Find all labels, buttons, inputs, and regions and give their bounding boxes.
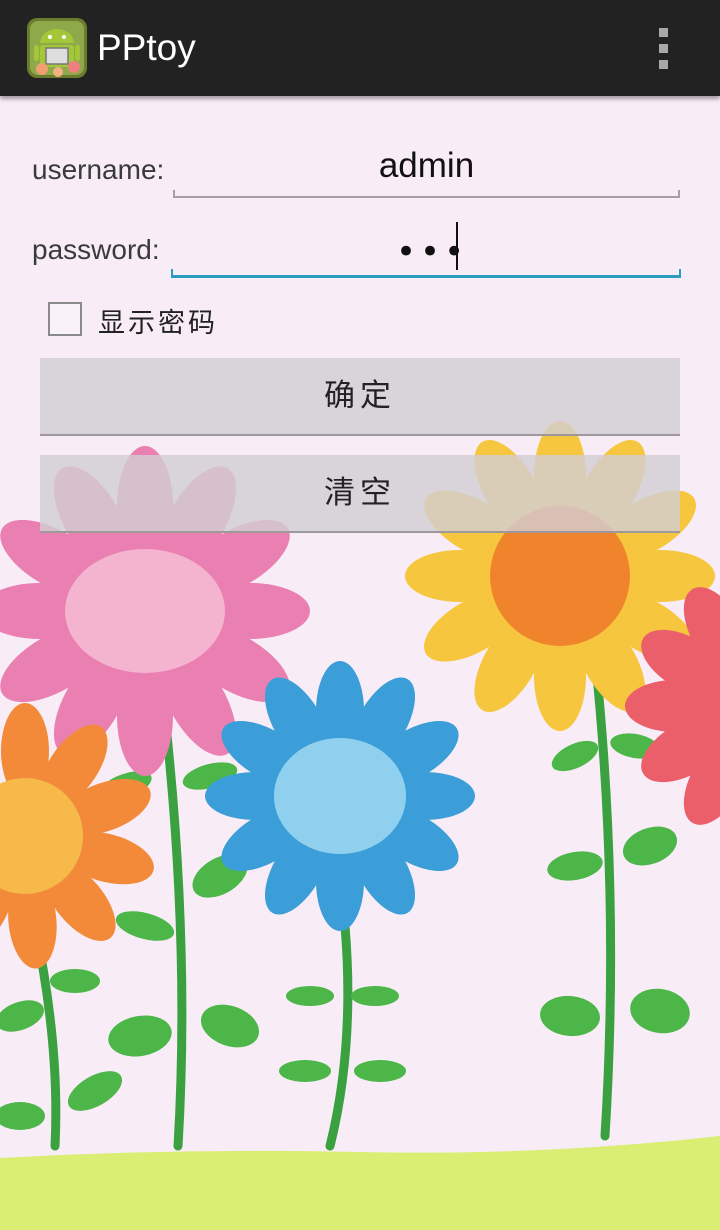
- username-field[interactable]: admin: [173, 138, 680, 198]
- confirm-button[interactable]: 确定: [40, 358, 680, 436]
- username-value: admin: [378, 146, 475, 185]
- username-label: username:: [32, 154, 165, 185]
- overflow-menu-icon[interactable]: [650, 25, 678, 73]
- text-cursor: [456, 222, 458, 270]
- login-form: username: admin password: ••• 显示密码 确定 清空: [0, 96, 720, 556]
- password-label: password:: [32, 234, 160, 265]
- show-password-label[interactable]: 显示密码: [98, 301, 218, 340]
- android-app-icon[interactable]: [26, 17, 88, 79]
- clear-button[interactable]: 清空: [40, 455, 680, 533]
- action-bar: PPtoy: [0, 0, 720, 96]
- app-title: PPtoy: [97, 27, 196, 68]
- show-password-checkbox[interactable]: [48, 302, 82, 336]
- password-field[interactable]: •••: [171, 218, 681, 278]
